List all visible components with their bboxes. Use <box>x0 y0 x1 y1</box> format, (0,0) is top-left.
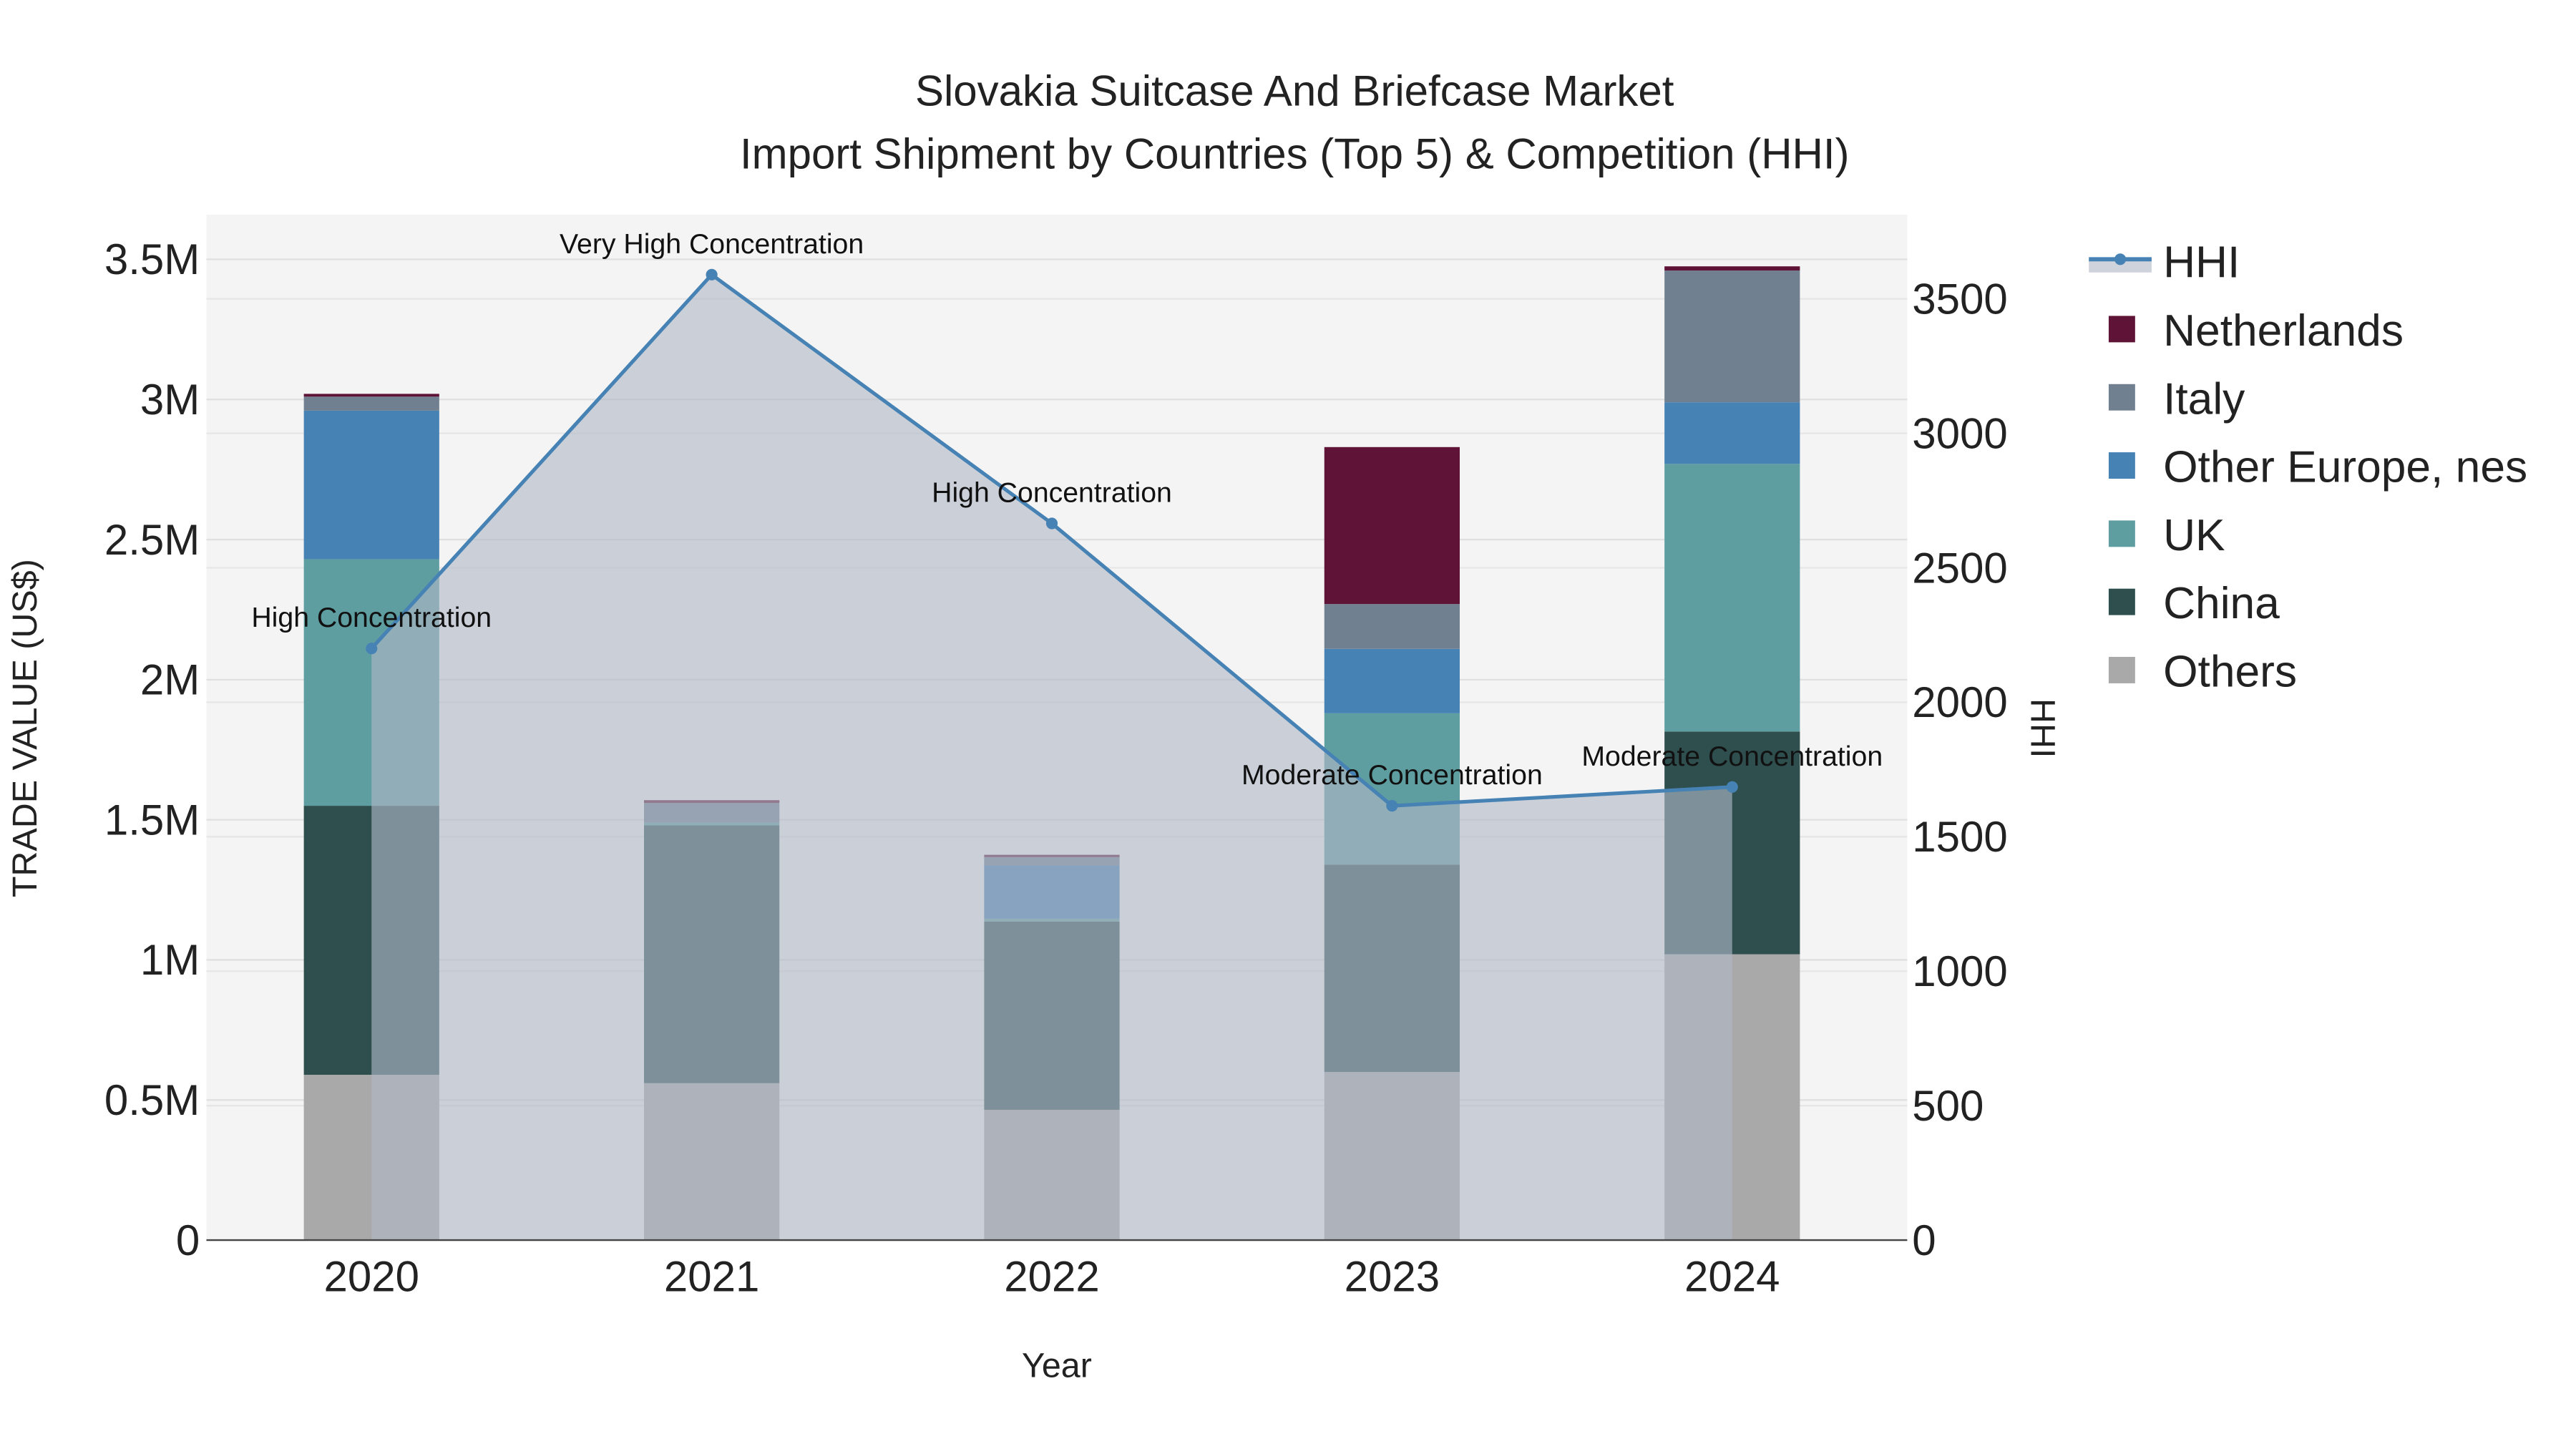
bar-italy-2023 <box>1324 604 1460 649</box>
legend-item-others: Others <box>2108 648 2297 697</box>
bar-italy-2020 <box>303 396 439 411</box>
bar-netherlands-2020 <box>303 394 439 397</box>
x-tick-label: 2024 <box>1684 1253 1780 1301</box>
y2-tick-label: 3000 <box>1912 409 2007 457</box>
bar-italy-2024 <box>1664 270 1800 403</box>
legend-label: Other Europe, nes <box>2163 443 2527 492</box>
legend-label: HHI <box>2163 238 2240 288</box>
bar-netherlands-2023 <box>1324 447 1460 605</box>
y2-axis-ticks: 0 500 1000 1500 2000 2500 3000 3500 <box>1912 275 2007 1264</box>
legend-item-italy: Italy <box>2108 374 2245 424</box>
y-axis-ticks: 0 0.5M 1M 1.5M 2M 2.5M 3M 3.5M <box>104 235 200 1264</box>
x-tick-label: 2020 <box>323 1253 419 1301</box>
x-axis-ticks: 2020 2021 2022 2023 2024 <box>323 1253 1780 1301</box>
hhi-annotation: Moderate Concentration <box>1581 741 1883 772</box>
legend-item-other-europe-nes: Other Europe, nes <box>2108 443 2527 492</box>
legend-label: Netherlands <box>2163 306 2404 356</box>
y2-tick-label: 2500 <box>1912 544 2007 592</box>
legend-label: UK <box>2163 511 2225 560</box>
legend-swatch <box>2108 588 2135 615</box>
legend-swatch <box>2108 657 2135 683</box>
y-tick-label: 2M <box>140 656 200 704</box>
bar-other-europe-nes-2023 <box>1324 648 1460 713</box>
y-tick-label: 3M <box>140 376 200 424</box>
legend: HHI Netherlands Italy Other Europe, nes UK Ch… <box>2089 238 2527 697</box>
legend-hhi-marker <box>2114 253 2127 265</box>
hhi-point-2023 <box>1386 800 1398 812</box>
y2-tick-label: 0 <box>1912 1216 1936 1264</box>
hhi-point-2022 <box>1045 517 1058 530</box>
legend-label: Others <box>2163 648 2297 697</box>
bar-uk-2024 <box>1664 464 1800 732</box>
hhi-annotation: High Concentration <box>251 602 492 633</box>
legend-label: China <box>2163 579 2280 628</box>
y-tick-label: 2.5M <box>104 516 200 564</box>
y2-tick-label: 3500 <box>1912 275 2007 323</box>
y2-axis-label: HHI <box>2023 698 2062 758</box>
x-tick-label: 2021 <box>664 1253 759 1301</box>
legend-swatch <box>2108 384 2135 411</box>
hhi-annotation: High Concentration <box>932 477 1172 508</box>
chart-title-line1: Slovakia Suitcase And Briefcase Market <box>915 67 1674 115</box>
hhi-annotation: Very High Concentration <box>560 228 864 260</box>
y-tick-label: 1M <box>140 936 200 984</box>
legend-item-netherlands: Netherlands <box>2108 306 2404 356</box>
y2-tick-label: 2000 <box>1912 678 2007 726</box>
y2-tick-label: 1000 <box>1912 947 2007 995</box>
hhi-point-2024 <box>1726 781 1738 793</box>
legend-item-china: China <box>2108 579 2280 628</box>
hhi-annotation: Moderate Concentration <box>1241 759 1543 791</box>
chart-title-line2: Import Shipment by Countries (Top 5) & C… <box>740 130 1850 177</box>
y2-tick-label: 1500 <box>1912 813 2007 861</box>
legend-swatch <box>2108 520 2135 547</box>
bar-other-europe-nes-2024 <box>1664 402 1800 464</box>
x-tick-label: 2022 <box>1004 1253 1099 1301</box>
bar-other-europe-nes-2020 <box>303 410 439 560</box>
y-axis-label: TRADE VALUE (US$) <box>6 559 44 897</box>
x-tick-label: 2023 <box>1345 1253 1440 1301</box>
hhi-point-2020 <box>366 643 378 655</box>
y2-tick-label: 500 <box>1912 1082 1984 1130</box>
hhi-point-2021 <box>706 268 718 280</box>
y-tick-label: 0 <box>176 1216 200 1264</box>
legend-label: Italy <box>2163 374 2245 424</box>
x-axis-label: Year <box>1022 1347 1092 1385</box>
bar-netherlands-2024 <box>1664 266 1800 271</box>
y-tick-label: 3.5M <box>104 235 200 283</box>
y-tick-label: 0.5M <box>104 1076 200 1124</box>
chart: High Concentration Very High Concentratio… <box>6 67 2527 1385</box>
legend-item-uk: UK <box>2108 511 2225 560</box>
legend-swatch <box>2108 316 2135 343</box>
legend-item-hhi: HHI <box>2089 238 2240 288</box>
y-tick-label: 1.5M <box>104 796 200 844</box>
legend-swatch <box>2108 452 2135 479</box>
